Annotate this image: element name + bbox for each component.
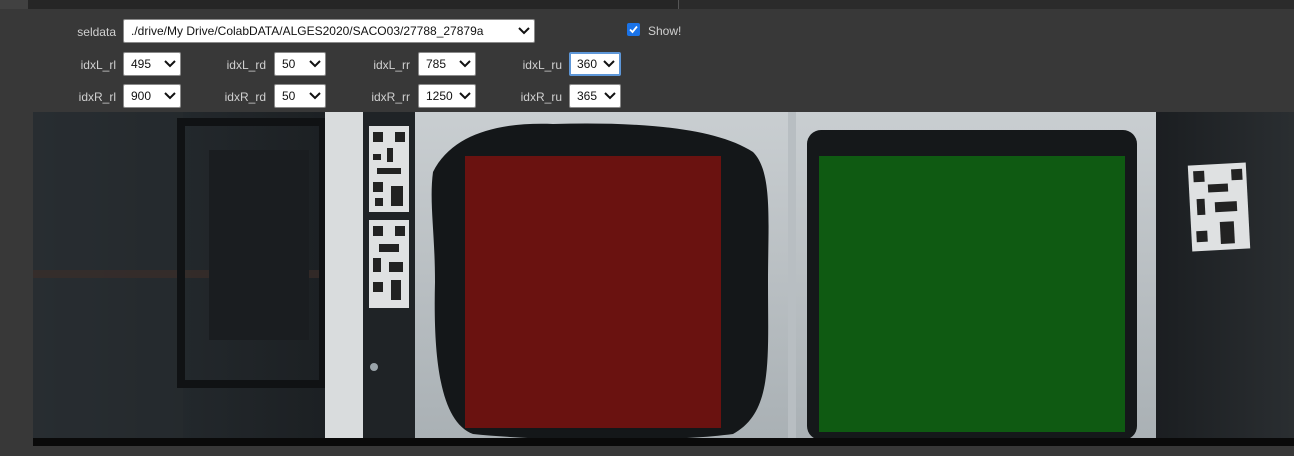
idxL-ru-label: idxL_ru: [522, 58, 562, 72]
idxL-rr-label: idxL_rr: [373, 58, 410, 72]
idxL-rl-dropdown[interactable]: 495: [123, 52, 181, 76]
chevron-down-icon: [459, 53, 471, 75]
idxR-rr-label: idxR_rr: [371, 90, 410, 104]
seldata-value: ./drive/My Drive/ColabDATA/ALGES2020/SAC…: [131, 24, 484, 38]
toolbar-right: [679, 0, 1294, 9]
idxR-rd-value: 50: [282, 89, 296, 103]
idxL-rd-dropdown[interactable]: 50: [274, 52, 326, 76]
chevron-down-icon: [459, 85, 471, 107]
idxR-rr-value: 1250: [426, 89, 453, 103]
idxR-ru-label: idxR_ru: [520, 90, 562, 104]
idxL-rr-dropdown[interactable]: 785: [418, 52, 476, 76]
idxR-rd-dropdown[interactable]: 50: [274, 84, 326, 108]
idxR-rr-dropdown[interactable]: 1250: [418, 84, 476, 108]
idxR-rd-label: idxR_rd: [224, 90, 266, 104]
idxR-ru-value: 365: [577, 89, 598, 103]
idxL-rl-label: idxL_rl: [80, 58, 116, 72]
show-checkbox[interactable]: [627, 23, 640, 36]
chevron-down-icon: [309, 85, 321, 107]
seldata-label: seldata: [77, 25, 116, 39]
idxR-rl-dropdown[interactable]: 900: [123, 84, 181, 108]
idxL-rl-value: 495: [131, 57, 152, 71]
seldata-dropdown[interactable]: ./drive/My Drive/ColabDATA/ALGES2020/SAC…: [123, 19, 535, 43]
sample-photo: [33, 112, 1294, 446]
notebook-top-bar: [0, 0, 1294, 9]
show-checkbox-label: Show!: [648, 24, 682, 38]
chevron-down-icon: [309, 53, 321, 75]
chevron-down-icon: [164, 85, 176, 107]
idxR-ru-dropdown[interactable]: 365: [569, 84, 621, 108]
toolbar-left: [28, 0, 678, 9]
chevron-down-icon: [603, 54, 615, 74]
chevron-down-icon: [164, 53, 176, 75]
chevron-down-icon: [604, 85, 616, 107]
cell-gutter: [0, 0, 28, 9]
idxL-rd-value: 50: [282, 57, 296, 71]
idxL-ru-value: 360: [577, 57, 598, 71]
left-roi: [465, 156, 721, 428]
idxR-rl-label: idxR_rl: [78, 90, 116, 104]
idxL-rr-value: 785: [426, 57, 447, 71]
output-image: [33, 112, 1294, 446]
right-roi: [819, 156, 1125, 432]
chevron-down-icon: [518, 20, 530, 42]
idxL-ru-dropdown[interactable]: 360: [569, 52, 621, 76]
idxR-rl-value: 900: [131, 89, 152, 103]
idxL-rd-label: idxL_rd: [226, 58, 266, 72]
